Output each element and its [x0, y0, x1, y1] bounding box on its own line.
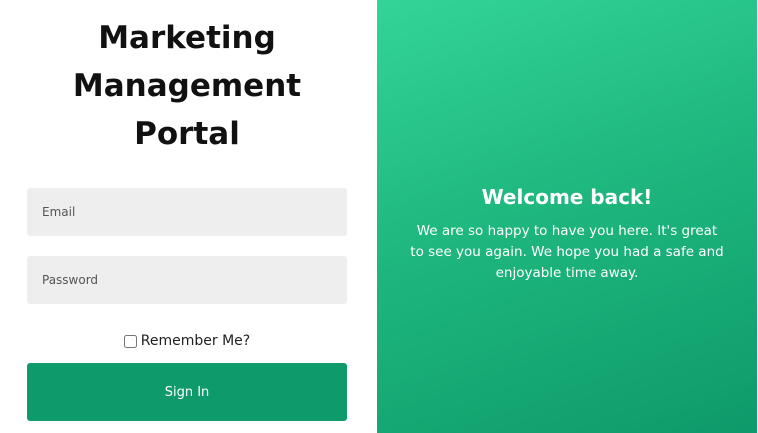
password-field[interactable] [27, 256, 347, 304]
remember-me-label: Remember Me? [140, 333, 251, 349]
page-title-line-3: Portal [134, 116, 240, 152]
remember-me-control[interactable]: Remember Me? [0, 333, 374, 349]
welcome-heading: Welcome back! [481, 185, 653, 209]
email-field[interactable] [27, 188, 347, 236]
remember-me-checkbox[interactable] [123, 334, 137, 348]
sign-in-button[interactable]: Sign In [27, 363, 347, 421]
page-title-line-2: Management [72, 68, 302, 104]
page-title-line-1: Marketing [98, 20, 276, 56]
page-title: Marketing Management Portal [0, 14, 374, 158]
login-page: Marketing Management Portal Remember Me?… [0, 0, 758, 433]
login-panel: Marketing Management Portal Remember Me?… [0, 0, 377, 433]
welcome-message: We are so happy to have you here. It's g… [410, 223, 724, 281]
welcome-panel: Welcome back! We are so happy to have yo… [377, 0, 757, 433]
